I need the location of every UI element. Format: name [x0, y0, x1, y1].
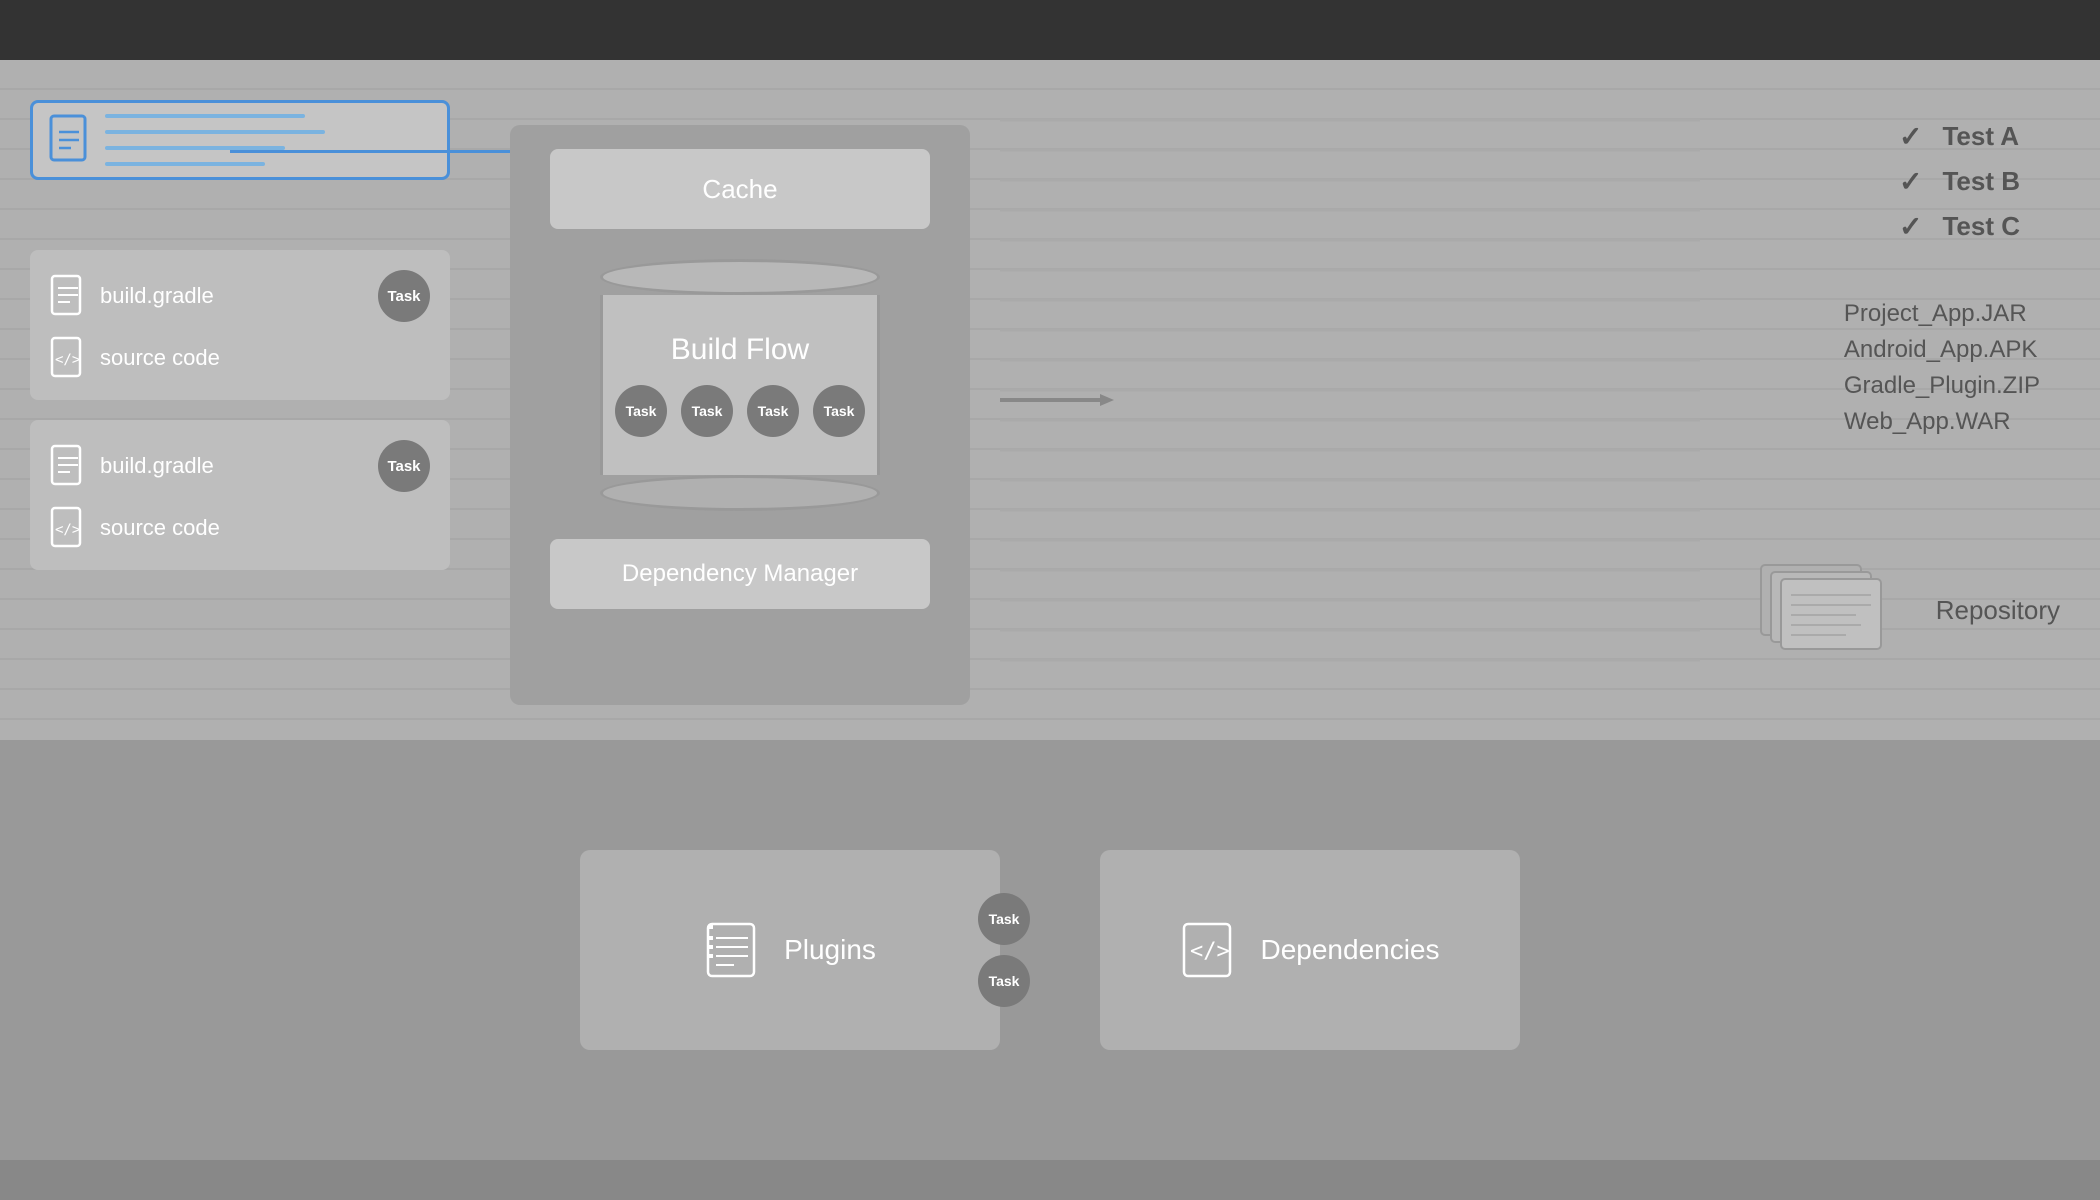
plugin-task-stack: Task Task	[978, 893, 1030, 1007]
build-gradle-label-2: build.gradle	[100, 453, 364, 479]
task-badge-2: Task	[378, 440, 430, 492]
output-war: Web_App.WAR	[1844, 408, 2040, 436]
svg-text:</>: </>	[1190, 939, 1230, 964]
plugins-icon	[704, 920, 764, 980]
plugins-label: Plugins	[784, 934, 876, 966]
test-b-label: Test B	[1942, 166, 2020, 197]
cache-box: Cache	[550, 149, 930, 229]
dependencies-icon: </>	[1180, 920, 1240, 980]
svg-text:</>: </>	[55, 522, 80, 538]
test-row-a: ✓ Test A	[1899, 120, 2020, 153]
task-circle-3: Task	[747, 385, 799, 437]
output-files: Project_App.JAR Android_App.APK Gradle_P…	[1844, 300, 2040, 436]
build-card-2: build.gradle Task </> source code	[30, 420, 450, 570]
top-file-card	[30, 100, 450, 180]
plugin-task-1: Task	[978, 893, 1030, 945]
file-icon-blue	[49, 114, 93, 166]
dependencies-card: </> Dependencies	[1100, 850, 1520, 1050]
cylinder-bottom	[600, 475, 880, 511]
test-row-c: ✓ Test C	[1899, 210, 2020, 243]
source-code-label-2: source code	[100, 515, 430, 541]
test-c-label: Test C	[1942, 211, 2020, 242]
repo-icon	[1756, 560, 1916, 660]
right-section: ✓ Test A ✓ Test B ✓ Test C Project_App.J…	[1000, 60, 2100, 740]
repo-label: Repository	[1936, 595, 2060, 626]
checkmark-b: ✓	[1899, 165, 1922, 198]
source-code-row-2: </> source code	[50, 506, 430, 550]
task-circle-2: Task	[681, 385, 733, 437]
checkmark-a: ✓	[1899, 120, 1922, 153]
gradle-box: Cache Build Flow Task Task Task Task	[510, 125, 970, 705]
task-circle-1: Task	[615, 385, 667, 437]
plugins-card: Plugins Task Task	[580, 850, 1000, 1050]
output-zip: Gradle_Plugin.ZIP	[1844, 372, 2040, 400]
build-flow-label: Build Flow	[671, 333, 809, 367]
cylinder-container: Build Flow Task Task Task Task	[600, 259, 880, 511]
middle-section: Cache Build Flow Task Task Task Task	[480, 60, 1000, 740]
task-row: Task Task Task Task	[615, 385, 865, 437]
plugin-task-2: Task	[978, 955, 1030, 1007]
dependencies-label: Dependencies	[1260, 934, 1439, 966]
test-row-b: ✓ Test B	[1899, 165, 2020, 198]
cylinder-body: Build Flow Task Task Task Task	[600, 295, 880, 475]
test-a-label: Test A	[1942, 121, 2019, 152]
output-apk: Android_App.APK	[1844, 336, 2040, 364]
checkmark-c: ✓	[1899, 210, 1922, 243]
dep-manager-label: Dependency Manager	[622, 560, 858, 588]
source-code-row-1: </> source code	[50, 336, 430, 380]
dep-box: Dependency Manager	[550, 539, 930, 609]
output-jar: Project_App.JAR	[1844, 300, 2040, 328]
build-card-1: build.gradle Task </> source code	[30, 250, 450, 400]
cylinder-top	[600, 259, 880, 295]
top-bar	[0, 0, 2100, 60]
repo-area: Repository	[1756, 560, 2060, 660]
task-badge-1: Task	[378, 270, 430, 322]
task-circle-4: Task	[813, 385, 865, 437]
file-lines-content	[105, 111, 431, 169]
svg-text:</>: </>	[55, 352, 80, 368]
cache-label: Cache	[702, 174, 777, 205]
test-results: ✓ Test A ✓ Test B ✓ Test C	[1899, 120, 2020, 243]
bottom-section: Plugins Task Task </> Dependencies	[0, 740, 2100, 1160]
build-gradle-label-1: build.gradle	[100, 283, 364, 309]
main-content: build.gradle Task </> source code	[0, 60, 2100, 740]
source-code-label-1: source code	[100, 345, 430, 371]
repo-svg	[1756, 560, 1916, 660]
build-gradle-row-2: build.gradle Task	[50, 440, 430, 492]
build-gradle-row-1: build.gradle Task	[50, 270, 430, 322]
left-section: build.gradle Task </> source code	[0, 60, 480, 740]
